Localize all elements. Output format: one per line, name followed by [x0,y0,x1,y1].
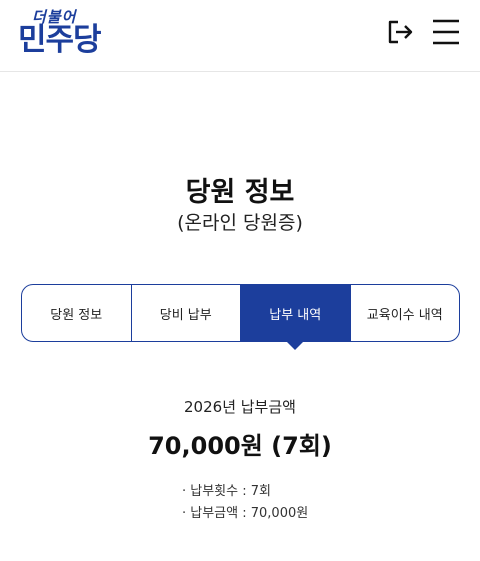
page-subtitle: (온라인 당원증) [177,212,303,234]
year-payment-label: 2026년 납부금액 [184,398,296,416]
tab-member-info[interactable]: 당원 정보 [22,285,132,341]
page-title: 당원 정보 [185,177,295,208]
party-logo[interactable]: 더불어 민주당 [18,6,122,60]
header: 더불어 민주당 [0,0,480,72]
tab-dues-payment[interactable]: 당비 납부 [132,285,241,341]
payment-total-row: · 납부금액 : 70,000원 [182,506,309,521]
logo-main-text: 민주당 [18,22,102,58]
logout-button[interactable] [384,16,416,48]
payment-amount: 70,000원 (7회) [148,432,332,460]
tab-bar: 당원 정보 당비 납부 납부 내역 교육이수 내역 [21,284,460,350]
payment-count-row: · 납부횟수 : 7회 [182,484,271,499]
payment-details: · 납부횟수 : 7회 · 납부금액 : 70,000원 [182,481,308,525]
tab-payment-history[interactable]: 납부 내역 [241,285,351,350]
logout-icon [388,20,413,44]
tab-education-history[interactable]: 교육이수 내역 [351,285,460,341]
hamburger-menu-icon [433,19,459,45]
menu-button[interactable] [430,16,462,48]
